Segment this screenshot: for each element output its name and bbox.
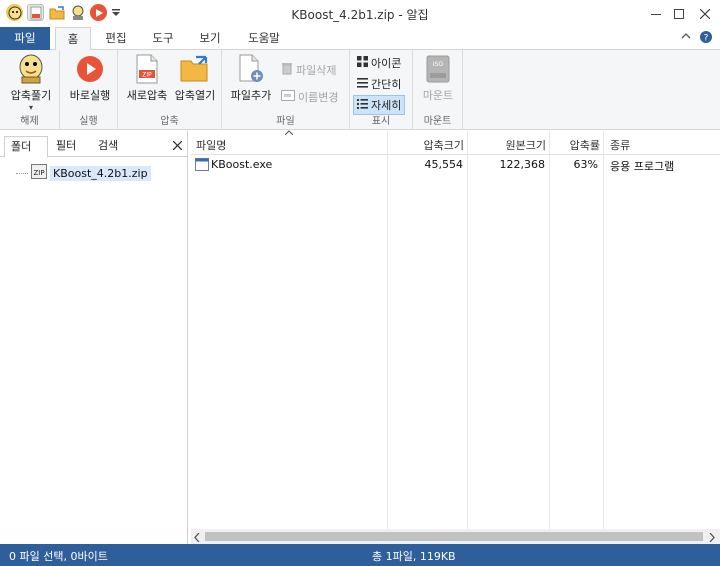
view-simple-label: 간단히 <box>371 78 402 91</box>
horizontal-scrollbar[interactable] <box>191 529 720 544</box>
group-label-extract: 해제 <box>20 116 39 127</box>
open-zip-button[interactable]: 압축열기 <box>172 54 218 103</box>
tree-connector <box>16 172 28 174</box>
extract-button[interactable]: 압축풀기 ▾ <box>8 54 54 112</box>
group-label-file: 파일 <box>276 116 295 127</box>
window-title: KBoost_4.2b1.zip - 알집 <box>291 8 429 22</box>
extract-label: 압축풀기 <box>10 89 52 102</box>
open-zip-label: 압축열기 <box>174 89 216 102</box>
cell-compressed: 45,554 <box>424 158 464 171</box>
tab-help[interactable]: 도움말 <box>240 27 288 50</box>
svg-text:ISO: ISO <box>433 61 444 68</box>
group-label-mount: 마운트 <box>423 116 452 127</box>
extract-icon <box>16 54 46 84</box>
cell-name: KBoost.exe <box>211 158 273 171</box>
status-total: 총 1파일, 119KB <box>372 550 456 563</box>
close-pane-icon[interactable] <box>172 139 183 153</box>
column-ratio <box>550 131 604 544</box>
help-icon[interactable]: ? <box>699 30 713 47</box>
add-file-icon <box>236 54 266 84</box>
tab-home[interactable]: 홈 <box>55 27 91 51</box>
delete-file-label: 파일삭제 <box>296 64 337 77</box>
add-file-button[interactable]: 파일추가 <box>228 54 274 103</box>
mount-label: 마운트 <box>422 89 454 102</box>
tab-search[interactable]: 검색 <box>92 136 134 157</box>
ribbon-tabs: 파일 홈 편집 도구 보기 도움말 ? <box>0 27 720 51</box>
status-selection: 0 파일 선택, 0바이트 <box>9 550 108 563</box>
group-mount: ISO 마운트 마운트 <box>413 50 463 130</box>
group-label-compress: 압축 <box>160 116 179 127</box>
cell-original: 122,368 <box>499 158 546 171</box>
tab-folder[interactable]: 폴더 <box>4 136 48 158</box>
tab-view[interactable]: 보기 <box>192 27 228 50</box>
view-icon-button[interactable]: 아이콘 <box>354 53 404 73</box>
left-pane-tabs: 폴더 필터 검색 <box>0 136 188 158</box>
svg-text:?: ? <box>704 34 709 44</box>
group-label-run: 실행 <box>79 116 98 127</box>
new-zip-button[interactable]: ZIP 새로압축 <box>124 54 170 103</box>
play-icon <box>75 54 105 84</box>
run-button[interactable]: 바로실행 <box>66 54 114 103</box>
group-view: 아이콘 간단히 자세히 표시 <box>350 50 413 130</box>
view-detail-label: 자세히 <box>371 99 402 112</box>
mount-button[interactable]: ISO 마운트 <box>417 54 459 103</box>
group-run: 바로실행 실행 <box>60 50 118 130</box>
header-type[interactable]: 종류 <box>610 137 630 153</box>
rename-label: 이름변경 <box>298 91 339 104</box>
new-zip-icon: ZIP <box>132 54 162 84</box>
trash-icon <box>281 62 293 78</box>
column-compressed <box>388 131 468 544</box>
rename-icon <box>281 90 295 104</box>
column-original <box>468 131 550 544</box>
details-icon <box>357 98 368 112</box>
tree-item-archive[interactable]: ZIP KBoost_4.2b1.zip <box>16 164 151 182</box>
tab-edit[interactable]: 편집 <box>98 27 134 50</box>
header-ratio[interactable]: 압축률 <box>550 137 600 153</box>
status-bar: 0 파일 선택, 0바이트 총 1파일, 119KB <box>0 544 720 566</box>
column-name <box>191 131 388 544</box>
folder-open-icon <box>180 54 210 84</box>
cell-ratio: 63% <box>573 158 598 171</box>
group-file: 파일추가 파일삭제 이름변경 파일 <box>222 50 350 130</box>
svg-text:ZIP: ZIP <box>142 72 152 79</box>
cell-type: 응용 프로그램 <box>610 160 675 173</box>
disk-icon: ISO <box>423 54 453 84</box>
view-simple-button[interactable]: 간단히 <box>354 74 404 94</box>
tab-tools[interactable]: 도구 <box>145 27 181 50</box>
group-extract: 압축풀기 ▾ 해제 <box>0 50 60 130</box>
ribbon: 압축풀기 ▾ 해제 바로실행 실행 ZIP 새로압축 압축열기 압축 파일추가 … <box>0 50 720 130</box>
rename-button[interactable]: 이름변경 <box>278 87 341 107</box>
list-icon <box>357 77 368 91</box>
tab-file[interactable]: 파일 <box>0 27 50 50</box>
tree-item-label: KBoost_4.2b1.zip <box>50 165 151 181</box>
view-icon-label: 아이콘 <box>371 57 402 70</box>
svg-text:ZIP: ZIP <box>33 169 44 177</box>
header-compressed[interactable]: 압축크기 <box>388 137 464 153</box>
sort-ascending-icon <box>284 128 294 138</box>
grid-icon <box>357 56 368 70</box>
header-name[interactable]: 파일명 <box>196 137 226 153</box>
group-compress: ZIP 새로압축 압축열기 압축 <box>118 50 222 130</box>
left-pane: 폴더 필터 검색 ZIP KBoost_4.2b1.zip <box>0 131 188 544</box>
exe-file-icon <box>195 158 209 174</box>
title-bar: KBoost_4.2b1.zip - 알집 <box>0 0 720 27</box>
add-file-label: 파일추가 <box>230 89 272 102</box>
file-list: 파일명 압축크기 원본크기 압축률 종류 KBoost.exe 45,554 1… <box>191 128 720 544</box>
zip-file-icon: ZIP <box>31 164 47 182</box>
scrollbar-thumb[interactable] <box>205 532 703 541</box>
header-original[interactable]: 원본크기 <box>468 137 546 153</box>
run-label: 바로실행 <box>69 89 111 102</box>
extract-dropdown-icon[interactable]: ▾ <box>29 103 33 112</box>
tab-filter[interactable]: 필터 <box>50 136 92 157</box>
close-icon[interactable] <box>690 0 720 27</box>
delete-file-button[interactable]: 파일삭제 <box>278 60 339 80</box>
group-label-view: 표시 <box>371 116 391 127</box>
new-zip-label: 새로압축 <box>126 89 168 102</box>
collapse-ribbon-icon[interactable] <box>681 31 691 44</box>
list-header: 파일명 압축크기 원본크기 압축률 종류 <box>191 128 720 155</box>
